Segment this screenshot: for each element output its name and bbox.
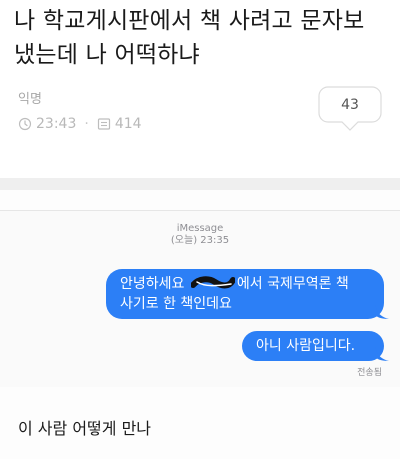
delivered-status: 전송됨 <box>357 368 382 378</box>
bubble-tail-icon <box>375 305 389 319</box>
message-bubble: 안녕하세요 에서 국제무역론 책 사기로 한 책인데요 <box>106 269 389 319</box>
section-divider <box>0 178 400 190</box>
meta-separator: · <box>84 116 89 132</box>
post-author: 익명 <box>18 92 42 107</box>
post-meta: 23:43 · 414 <box>18 114 142 134</box>
post-time: 23:43 <box>36 116 77 132</box>
imessage-screenshot: iMessage (오늘) 23:35 안녕하세요 에서 국제무역론 책 사기로… <box>0 210 400 387</box>
board-post[interactable]: 나 학교게시판에서 책 사려고 문자보 냈는데 나 어떡하냐 익명 23:43 … <box>0 0 400 190</box>
clock-icon <box>18 117 32 131</box>
post-views: 414 <box>114 116 142 132</box>
censor-scribble <box>189 276 236 290</box>
message-text: 아니 사람입니다. <box>256 338 356 354</box>
imessage-timestamp: (오늘) 23:35 <box>170 235 230 246</box>
bubble-tail-icon <box>375 347 389 361</box>
message-text-part: 안녕하세요 <box>120 276 189 292</box>
imessage-service-label: iMessage <box>176 223 224 234</box>
views-icon <box>97 117 111 131</box>
post-title: 나 학교게시판에서 책 사려고 문자보 냈는데 나 어떡하냐 <box>14 8 365 68</box>
message-text-part: 에서 국제무역론 책 <box>236 276 349 292</box>
caption-text: 이 사람 어떻게 만나 <box>18 419 152 438</box>
message-bubble: 아니 사람입니다. <box>242 331 389 361</box>
page: 나 학교게시판에서 책 사려고 문자보 냈는데 나 어떡하냐 익명 23:43 … <box>0 0 400 459</box>
comment-count: 43 <box>341 97 359 113</box>
comment-count-button[interactable]: 43 <box>318 86 382 132</box>
message-text-line: 사기로 한 책인데요 <box>120 296 232 312</box>
